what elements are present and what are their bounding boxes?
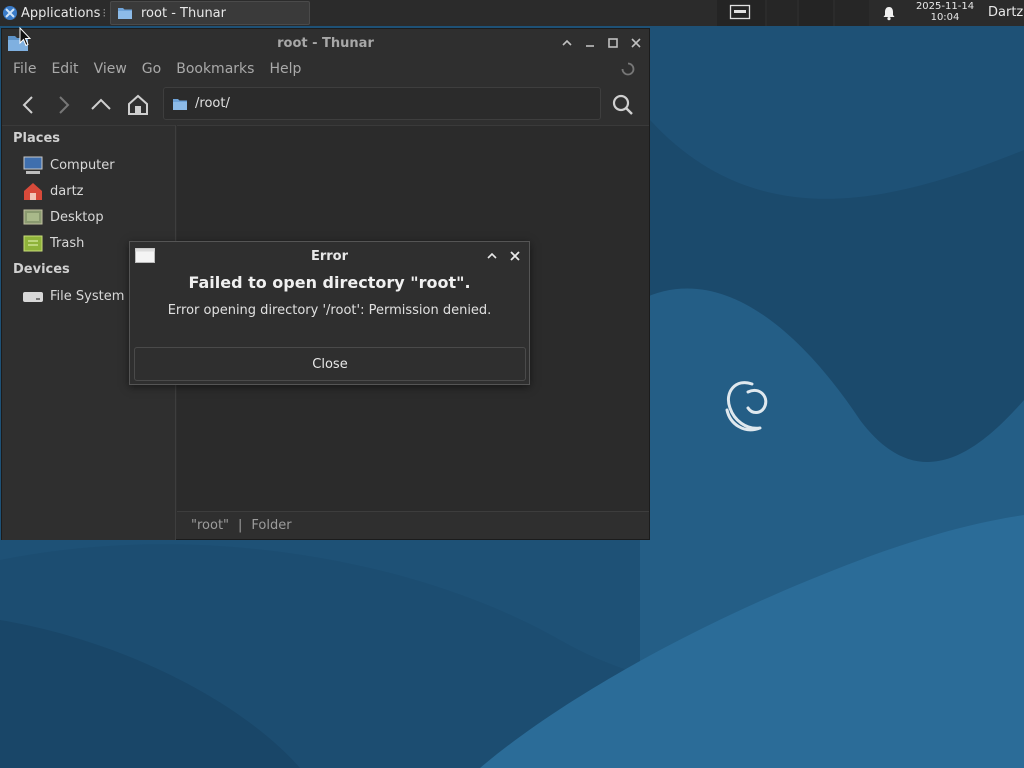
sidebar-heading-places: Places [13, 131, 61, 146]
menu-edit[interactable]: Edit [51, 61, 78, 77]
tray-slot [835, 0, 869, 26]
clock[interactable]: 2025-11-14 10:04 [908, 1, 982, 23]
dialog-title: Error [310, 248, 349, 264]
minimize-icon[interactable] [582, 35, 598, 51]
status-name: "root" [191, 518, 230, 533]
dialog-heading: Failed to open directory "root". [188, 273, 471, 292]
desktop-icon [23, 209, 43, 225]
user-menu[interactable]: Dartz [988, 5, 1023, 20]
top-panel: Applications ⁝ root - Thunar 2025-11-14 … [0, 0, 1024, 26]
folder-icon [173, 98, 187, 110]
folder-icon [118, 8, 132, 19]
up-icon[interactable] [88, 92, 114, 118]
back-icon[interactable] [15, 92, 41, 118]
spinner-icon [621, 62, 635, 76]
menu-bookmarks[interactable]: Bookmarks [176, 61, 254, 77]
menubar: File Edit View Go Bookmarks Help [2, 57, 649, 81]
keyboard-icon[interactable] [729, 3, 751, 21]
sidebar-item-label: Trash [50, 235, 85, 251]
sidebar-item-desktop[interactable]: Desktop [22, 206, 104, 228]
xfce-logo-icon [3, 6, 17, 20]
applications-label: Applications [21, 5, 101, 21]
home-icon[interactable] [125, 92, 151, 118]
computer-icon [23, 156, 43, 174]
clock-time: 10:04 [930, 12, 960, 23]
panel-separator: ⁝ [102, 6, 107, 20]
home-folder-icon [24, 183, 42, 200]
sidebar-item-label: dartz [50, 183, 84, 199]
sidebar-item-computer[interactable]: Computer [22, 154, 115, 176]
sidebar-item-file-system[interactable]: File System [22, 285, 124, 307]
close-icon[interactable] [628, 35, 644, 51]
status-separator: | [238, 518, 243, 533]
taskbar-label: root - Thunar [141, 5, 226, 21]
sidebar-item-label: Desktop [50, 209, 104, 225]
error-dialog: Error Failed to open directory "root". E… [129, 241, 530, 385]
forward-icon[interactable] [51, 92, 77, 118]
trash-icon [23, 235, 43, 252]
window-titlebar[interactable]: root - Thunar [2, 29, 649, 57]
close-icon[interactable] [507, 248, 523, 264]
drive-icon [23, 292, 43, 302]
applications-menu-button[interactable]: Applications ⁝ [0, 0, 110, 26]
sidebar-item-label: File System [50, 288, 125, 304]
window-icon [135, 248, 155, 263]
shade-icon[interactable] [484, 248, 500, 264]
close-button[interactable]: Close [134, 347, 526, 381]
tray-slot [799, 0, 833, 26]
sidebar-heading-devices: Devices [13, 262, 70, 277]
tray-slot [767, 0, 797, 26]
status-type: Folder [251, 518, 292, 533]
sidebar-item-dartz[interactable]: dartz [22, 180, 83, 202]
statusbar: "root" | Folder [177, 511, 649, 539]
clock-date: 2025-11-14 [915, 1, 975, 12]
shade-icon[interactable] [559, 35, 575, 51]
menu-go[interactable]: Go [142, 61, 161, 77]
menu-file[interactable]: File [13, 61, 36, 77]
menu-view[interactable]: View [94, 61, 127, 77]
dialog-message: Error opening directory '/root': Permiss… [167, 303, 492, 318]
bell-icon[interactable] [881, 5, 897, 21]
dialog-titlebar[interactable]: Error [130, 242, 529, 270]
menu-help[interactable]: Help [269, 61, 301, 77]
maximize-icon[interactable] [605, 35, 621, 51]
cursor-icon [19, 27, 31, 47]
search-icon[interactable] [610, 92, 636, 118]
sidebar-item-label: Computer [50, 157, 115, 173]
location-path: /root/ [195, 96, 230, 111]
window-title: root - Thunar [277, 35, 374, 51]
location-bar[interactable]: /root/ [163, 87, 601, 120]
toolbar: /root/ [2, 83, 649, 125]
sidebar-item-trash[interactable]: Trash [22, 232, 84, 254]
taskbar-button-thunar[interactable]: root - Thunar [110, 1, 310, 25]
